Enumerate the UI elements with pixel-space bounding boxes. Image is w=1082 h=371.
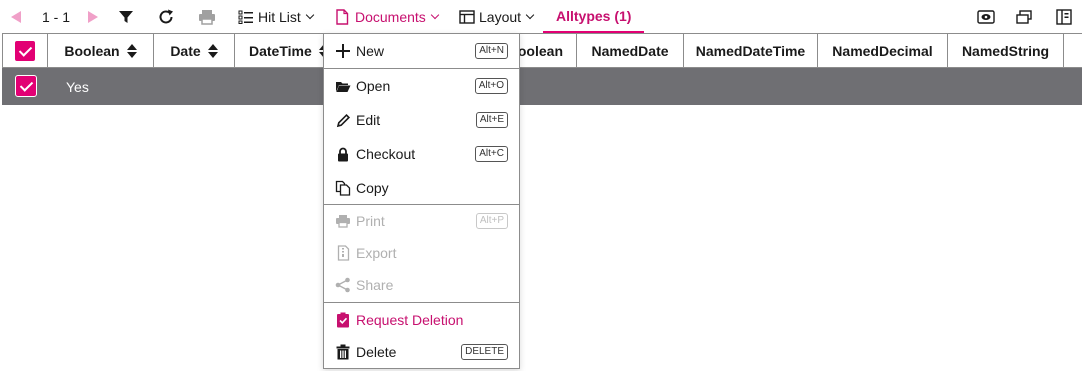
hit-list-icon: [238, 10, 253, 24]
menu-item-share[interactable]: Share: [324, 269, 519, 301]
layout-menu[interactable]: Layout: [459, 0, 535, 34]
column-header-named-decimal[interactable]: NamedDecimal: [818, 34, 948, 68]
column-header-date[interactable]: Date: [154, 34, 235, 68]
new-window-icon[interactable]: [1016, 0, 1032, 34]
tab-alltypes[interactable]: Alltypes (1): [543, 0, 645, 34]
menu-item-export[interactable]: Export: [324, 237, 519, 269]
chevron-down-icon: [430, 10, 440, 20]
toolbar: 1 - 1 Hit List Documents Layout Alltypes…: [0, 0, 1082, 34]
table-row[interactable]: Yes: [2, 68, 1082, 105]
sort-icon[interactable]: [126, 44, 137, 58]
print-icon[interactable]: [198, 0, 216, 34]
filter-icon[interactable]: [118, 0, 134, 34]
menu-item-copy[interactable]: Copy: [324, 171, 519, 204]
column-header-boolean[interactable]: Boolean: [48, 34, 154, 68]
menu-item-request-deletion[interactable]: Request Deletion: [324, 303, 519, 336]
previous-icon[interactable]: [9, 0, 23, 34]
menu-item-checkout[interactable]: Checkout Alt+C: [324, 137, 519, 171]
menu-item-edit[interactable]: Edit Alt+E: [324, 103, 519, 137]
column-header-named-datetime[interactable]: NamedDateTime: [684, 34, 818, 68]
document-icon: [336, 9, 349, 25]
printer-icon: [335, 213, 351, 229]
plus-icon: [335, 43, 351, 59]
sort-icon[interactable]: [207, 44, 218, 58]
menu-item-delete[interactable]: Delete DELETE: [324, 336, 519, 368]
refresh-icon[interactable]: [157, 0, 175, 34]
select-all-checkbox[interactable]: [14, 40, 36, 62]
select-all-cell[interactable]: [2, 34, 48, 68]
folder-open-icon: [335, 78, 351, 94]
chevron-down-icon: [525, 10, 535, 20]
pencil-icon: [335, 112, 351, 128]
column-header-named-string[interactable]: NamedString: [948, 34, 1064, 68]
chevron-down-icon: [305, 10, 315, 20]
menu-item-print[interactable]: Print Alt+P: [324, 205, 519, 237]
layout-icon: [459, 10, 475, 24]
hit-list-menu[interactable]: Hit List: [238, 0, 315, 34]
panel-icon[interactable]: [1056, 0, 1072, 34]
lock-icon: [335, 146, 351, 162]
export-icon: [335, 245, 351, 261]
preview-icon[interactable]: [977, 0, 995, 34]
documents-dropdown-menu: New Alt+N Open Alt+O Edit Alt+E Checkout…: [323, 33, 520, 369]
menu-item-new[interactable]: New Alt+N: [324, 34, 519, 68]
next-icon[interactable]: [86, 0, 100, 34]
pager-label: 1 - 1: [42, 9, 71, 25]
request-deletion-icon: [335, 312, 351, 328]
table-cell-boolean: Yes: [66, 79, 89, 95]
column-header-named-date[interactable]: NamedDate: [577, 34, 684, 68]
menu-item-open[interactable]: Open Alt+O: [324, 69, 519, 103]
copy-icon: [335, 180, 351, 196]
trash-icon: [335, 344, 351, 360]
documents-menu[interactable]: Documents: [335, 0, 440, 34]
grid-header: Boolean Date DateTime oolean NamedDate N…: [2, 33, 1082, 68]
share-icon: [335, 277, 351, 293]
row-checkbox[interactable]: [15, 75, 37, 97]
